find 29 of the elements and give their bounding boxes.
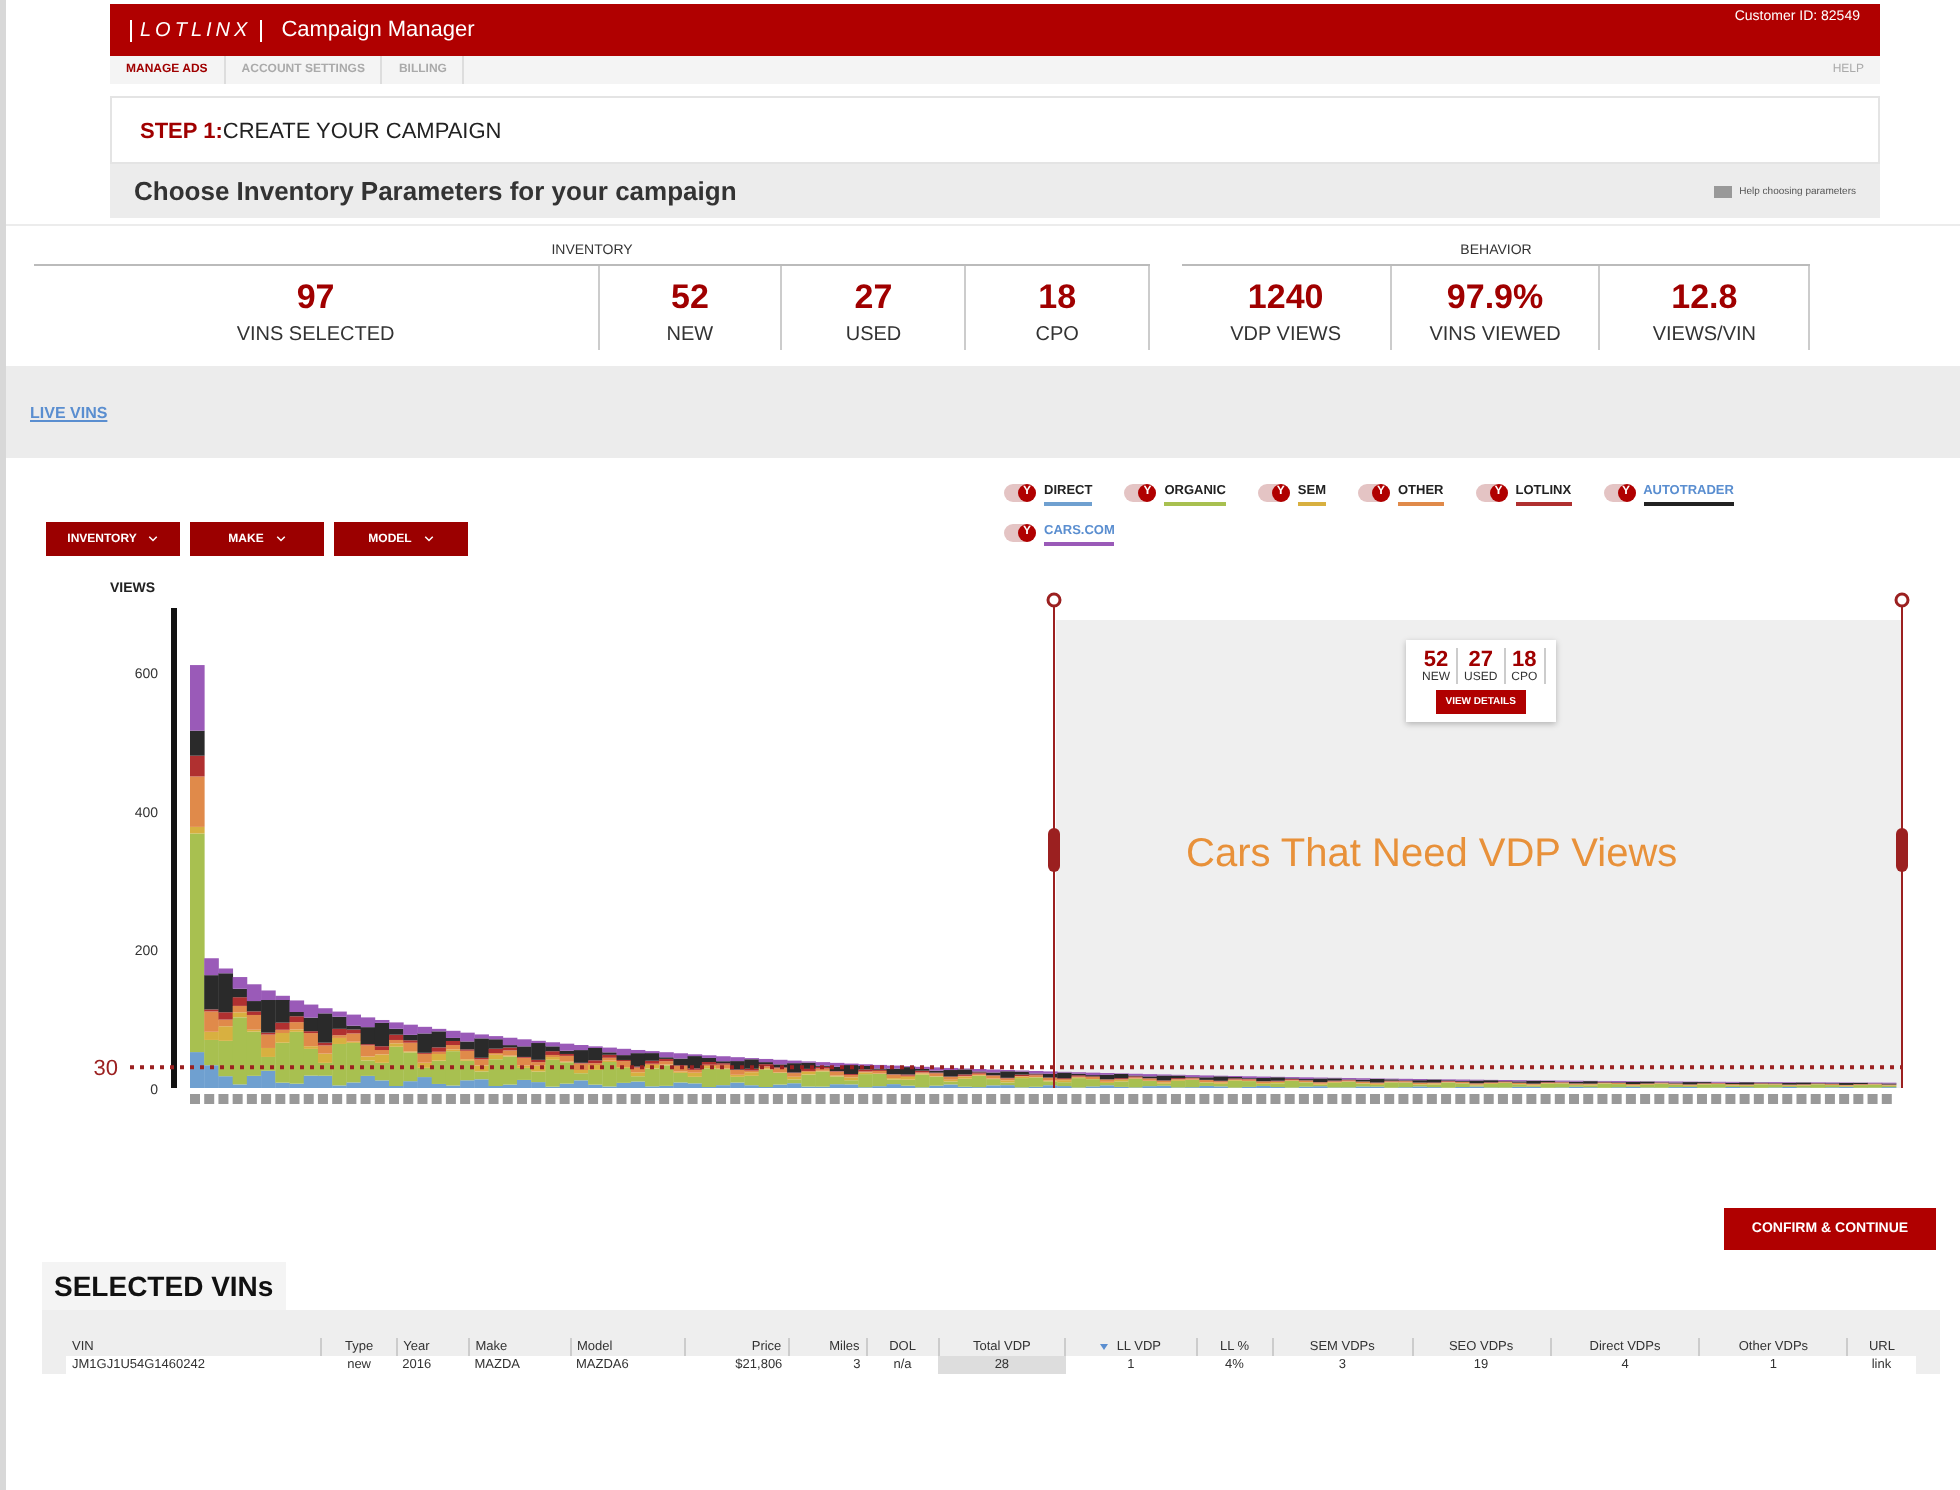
threshold-label: 30 bbox=[93, 1057, 118, 1082]
stat-value: 18 bbox=[1038, 278, 1077, 318]
book-icon bbox=[1713, 185, 1732, 197]
popup-value: 27 bbox=[1468, 648, 1493, 672]
page-title: Choose Inventory Parameters for your campaign bbox=[134, 176, 737, 206]
popup-value: 52 bbox=[1423, 648, 1449, 672]
stat-label: CPO bbox=[1035, 324, 1079, 346]
stat-label: USED bbox=[845, 324, 902, 346]
stat-label: VDP VIEWS bbox=[1230, 324, 1342, 346]
caret-icon bbox=[148, 536, 159, 542]
logo: LOTLINX bbox=[130, 19, 262, 41]
stat-label: NEW bbox=[666, 324, 714, 346]
stat-label: VIEWS/VIN bbox=[1652, 324, 1757, 346]
stat-value: 1240 bbox=[1247, 278, 1324, 318]
step-heading: STEP 1:CREATE YOUR CAMPAIGN bbox=[140, 120, 502, 144]
stat-value: 12.8 bbox=[1671, 278, 1738, 318]
app-title: Campaign Manager bbox=[281, 18, 475, 42]
region-label: Cars That Need VDP Views bbox=[1186, 832, 1678, 878]
stat-label: VINS SELECTED bbox=[236, 324, 395, 346]
stat-value: 97.9% bbox=[1446, 278, 1544, 318]
stat-value: 52 bbox=[670, 278, 709, 318]
caret-icon bbox=[275, 536, 286, 542]
stat-value: 97 bbox=[296, 278, 335, 318]
popup-value: 18 bbox=[1512, 648, 1537, 672]
stat-value: 27 bbox=[854, 278, 893, 318]
caret-icon bbox=[423, 536, 434, 542]
sort-icon bbox=[1100, 1344, 1109, 1350]
table-title: SELECTED VINs bbox=[42, 1262, 286, 1310]
stat-label: VINS VIEWED bbox=[1429, 324, 1561, 346]
